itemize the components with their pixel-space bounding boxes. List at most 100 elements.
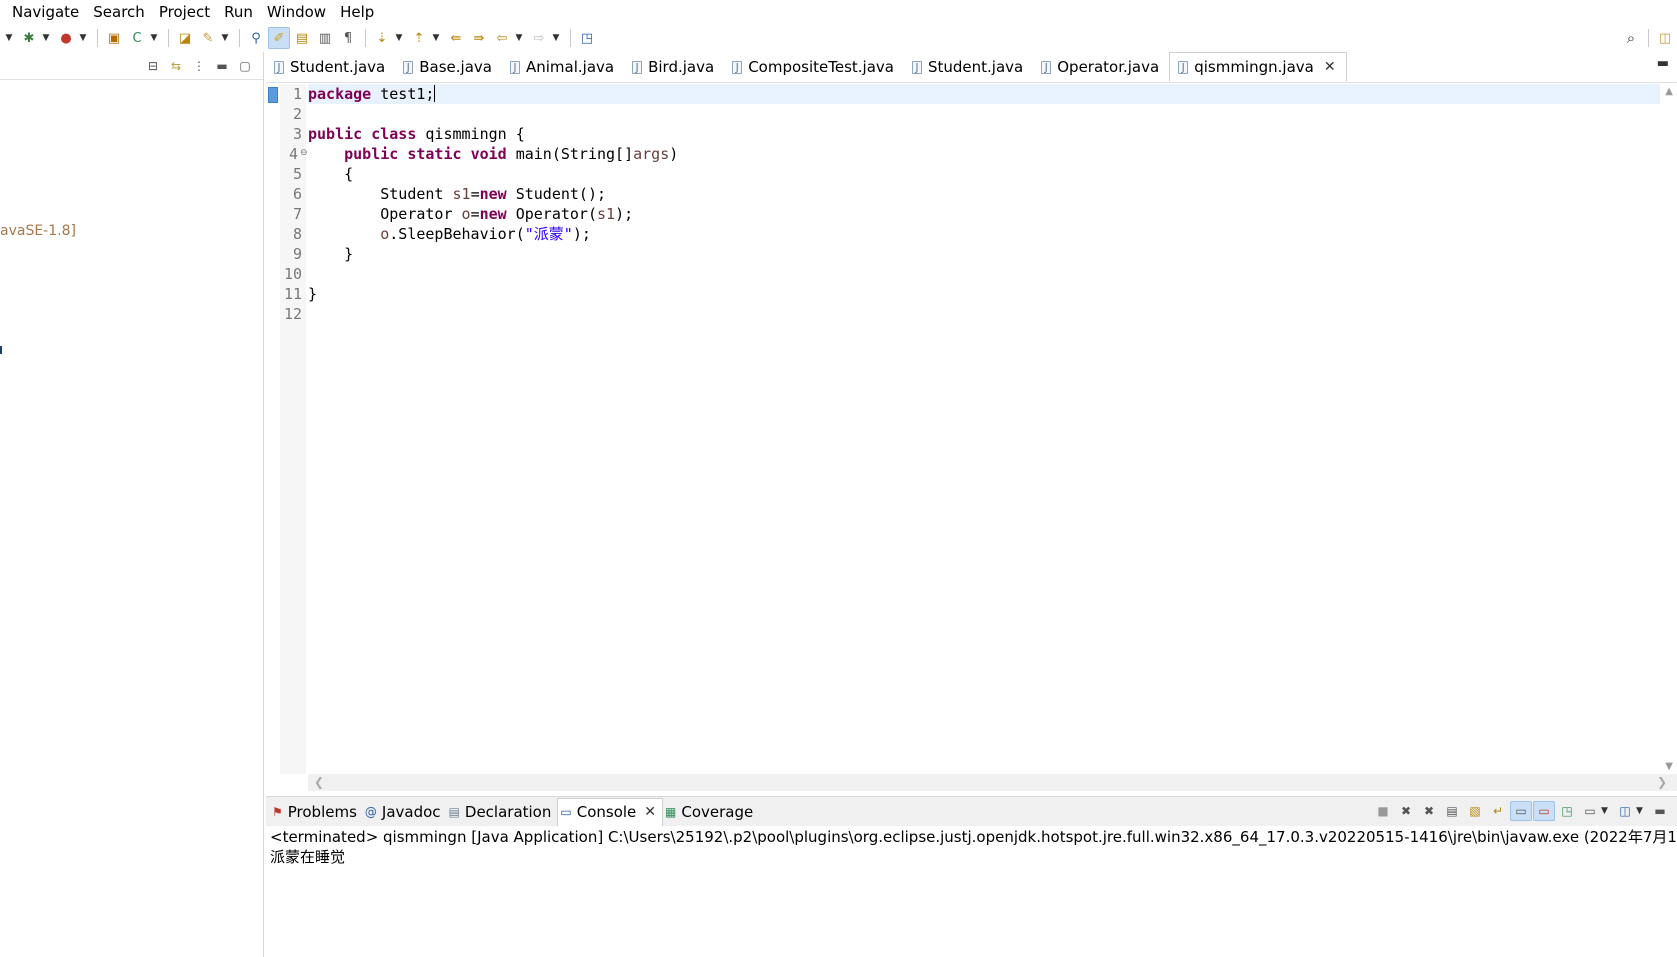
word-wrap-icon[interactable]: ↵ <box>1487 801 1509 821</box>
chevron-down-icon[interactable]: ▼ <box>394 27 404 49</box>
prev-annotation-icon[interactable]: ⇡ <box>408 27 430 49</box>
code-editor[interactable]: 1 2 3 4 ⊖ 5 6 7 8 9 10 11 12 package tes… <box>266 84 1677 774</box>
search-icon[interactable]: ✎ <box>197 27 219 49</box>
tab-base-java[interactable]: J Base.java <box>395 52 502 82</box>
java-file-icon: J <box>274 60 284 74</box>
code-line-4: public static void main(String[]args) <box>344 145 679 163</box>
tab-student-java-2[interactable]: J Student.java <box>904 52 1033 82</box>
problems-icon: ⚑ <box>272 804 283 819</box>
tab-operator-java[interactable]: J Operator.java <box>1033 52 1169 82</box>
collapse-all-icon[interactable]: ⊟ <box>143 57 163 75</box>
chevron-down-icon[interactable]: ▼ <box>1636 806 1646 816</box>
tab-bird-java[interactable]: J Bird.java <box>624 52 724 82</box>
toolbar-separator <box>168 29 169 47</box>
tab-problems[interactable]: ⚑ Problems <box>270 798 363 826</box>
tab-declaration[interactable]: ▤ Declaration <box>447 798 558 826</box>
tab-student-java[interactable]: J Student.java <box>266 52 395 82</box>
run-icon[interactable]: ● <box>55 27 77 49</box>
menu-project[interactable]: Project <box>159 2 210 22</box>
fold-collapse-icon[interactable]: ⊖ <box>300 148 308 158</box>
scroll-down-icon[interactable]: ▼ <box>1665 761 1673 772</box>
chevron-down-icon[interactable]: ▼ <box>514 27 524 49</box>
line-number: 8 <box>292 225 302 243</box>
chevron-down-icon[interactable]: ▼ <box>551 27 561 49</box>
tab-console[interactable]: ▭ Console ✕ <box>557 797 663 826</box>
code-line-5: { <box>308 165 354 183</box>
menu-bar: Navigate Search Project Run Window Help <box>0 0 1677 24</box>
menu-run[interactable]: Run <box>224 2 253 22</box>
new-java-package-icon[interactable]: ▣ <box>103 27 125 49</box>
chevron-down-icon[interactable]: ▼ <box>4 27 14 49</box>
minimize-icon[interactable]: ▬ <box>212 57 232 75</box>
open-perspective-icon[interactable]: ◫ <box>1654 27 1676 49</box>
show-on-stderr-icon[interactable]: ▭ <box>1533 801 1555 821</box>
scroll-lock-icon[interactable]: ▧ <box>1464 801 1486 821</box>
search-icon[interactable]: ⌕ <box>1620 27 1642 49</box>
debug-icon[interactable]: ✱ <box>18 27 40 49</box>
block-selection-icon[interactable]: ▤ <box>291 27 313 49</box>
horizontal-scrollbar[interactable]: ❮ ❯ <box>308 774 1677 791</box>
pilcrow-icon[interactable]: ¶ <box>337 27 359 49</box>
last-edit-forward-icon[interactable]: ⇛ <box>468 27 490 49</box>
open-type-icon[interactable]: ◪ <box>174 27 196 49</box>
vertical-scrollbar[interactable]: ▲ ▼ <box>1660 84 1677 774</box>
menu-window[interactable]: Window <box>267 2 326 22</box>
tab-qismmingn-java[interactable]: Jqismmingn.java ✕ <box>1169 52 1347 82</box>
show-on-stdout-icon[interactable]: ▭ <box>1510 801 1532 821</box>
open-console-icon[interactable]: ◫ <box>1614 801 1636 821</box>
toolbar-separator <box>239 29 240 47</box>
scroll-right-icon[interactable]: ❯ <box>1657 775 1667 789</box>
show-whitespace-icon[interactable]: ▥ <box>314 27 336 49</box>
code-line-9: } <box>308 245 354 263</box>
menu-search[interactable]: Search <box>93 2 145 22</box>
toolbar-separator <box>1648 29 1649 47</box>
tab-javadoc[interactable]: @ Javadoc <box>363 798 447 826</box>
chevron-down-icon[interactable]: ▼ <box>78 27 88 49</box>
chevron-down-icon[interactable]: ▼ <box>220 27 230 49</box>
toggle-highlight-icon[interactable]: ✐ <box>268 27 290 49</box>
tab-animal-java[interactable]: J Animal.java <box>502 52 624 82</box>
java-file-icon: J <box>1178 60 1189 74</box>
clear-console-icon[interactable]: ▤ <box>1441 801 1463 821</box>
chevron-down-icon[interactable]: ▼ <box>1601 806 1611 816</box>
pin-console-icon[interactable]: ◳ <box>1556 801 1578 821</box>
scroll-up-icon[interactable]: ▲ <box>1665 86 1673 97</box>
pin-editor-icon[interactable]: ◳ <box>576 27 598 49</box>
terminate-icon[interactable]: ■ <box>1372 801 1394 821</box>
toggle-mark-occurrences-icon[interactable]: ⚲ <box>245 27 267 49</box>
toolbar-separator <box>365 29 366 47</box>
chevron-down-icon[interactable]: ▼ <box>431 27 441 49</box>
close-icon[interactable]: ✕ <box>1324 59 1336 75</box>
console-view[interactable]: <terminated> qismmingn [Java Application… <box>266 826 1677 957</box>
new-class-icon[interactable]: C <box>126 27 148 49</box>
display-console-icon[interactable]: ▭ <box>1579 801 1601 821</box>
close-icon[interactable]: ✕ <box>644 804 656 820</box>
console-icon: ▭ <box>560 805 572 819</box>
line-number: 7 <box>292 205 302 223</box>
link-with-editor-icon[interactable]: ⇆ <box>166 57 186 75</box>
remove-all-terminated-icon[interactable]: ✖ <box>1418 801 1440 821</box>
last-edit-location-icon[interactable]: ⇚ <box>445 27 467 49</box>
menu-help[interactable]: Help <box>340 2 374 22</box>
tab-coverage[interactable]: ▦ Coverage <box>663 798 759 826</box>
minimize-icon[interactable]: ▬ <box>1657 56 1669 71</box>
next-annotation-icon[interactable]: ⇣ <box>371 27 393 49</box>
line-number: 4 <box>288 145 298 163</box>
scroll-left-icon[interactable]: ❮ <box>314 775 324 789</box>
maximize-icon[interactable]: ▢ <box>235 57 255 75</box>
back-icon[interactable]: ⇦ <box>491 27 513 49</box>
jre-system-library-label[interactable]: avaSE-1.8] <box>0 223 76 239</box>
java-file-icon: J <box>911 60 922 74</box>
declaration-icon: ▤ <box>448 804 460 819</box>
code-area[interactable]: package test1; public class qismmingn { … <box>308 84 1677 774</box>
package-explorer: ⊟ ⇆ ⋮ ▬ ▢ avaSE-1.8] <box>0 52 264 957</box>
forward-icon[interactable]: ⇨ <box>528 27 550 49</box>
tab-compositetest-java[interactable]: J CompositeTest.java <box>724 52 904 82</box>
minimize-icon[interactable]: ▬ <box>1649 801 1671 821</box>
chevron-down-icon[interactable]: ▼ <box>41 27 51 49</box>
menu-navigate[interactable]: Navigate <box>12 2 79 22</box>
chevron-down-icon[interactable]: ▼ <box>149 27 159 49</box>
line-number: 10 <box>283 265 302 283</box>
remove-launch-icon[interactable]: ✖ <box>1395 801 1417 821</box>
view-menu-icon[interactable]: ⋮ <box>189 57 209 75</box>
